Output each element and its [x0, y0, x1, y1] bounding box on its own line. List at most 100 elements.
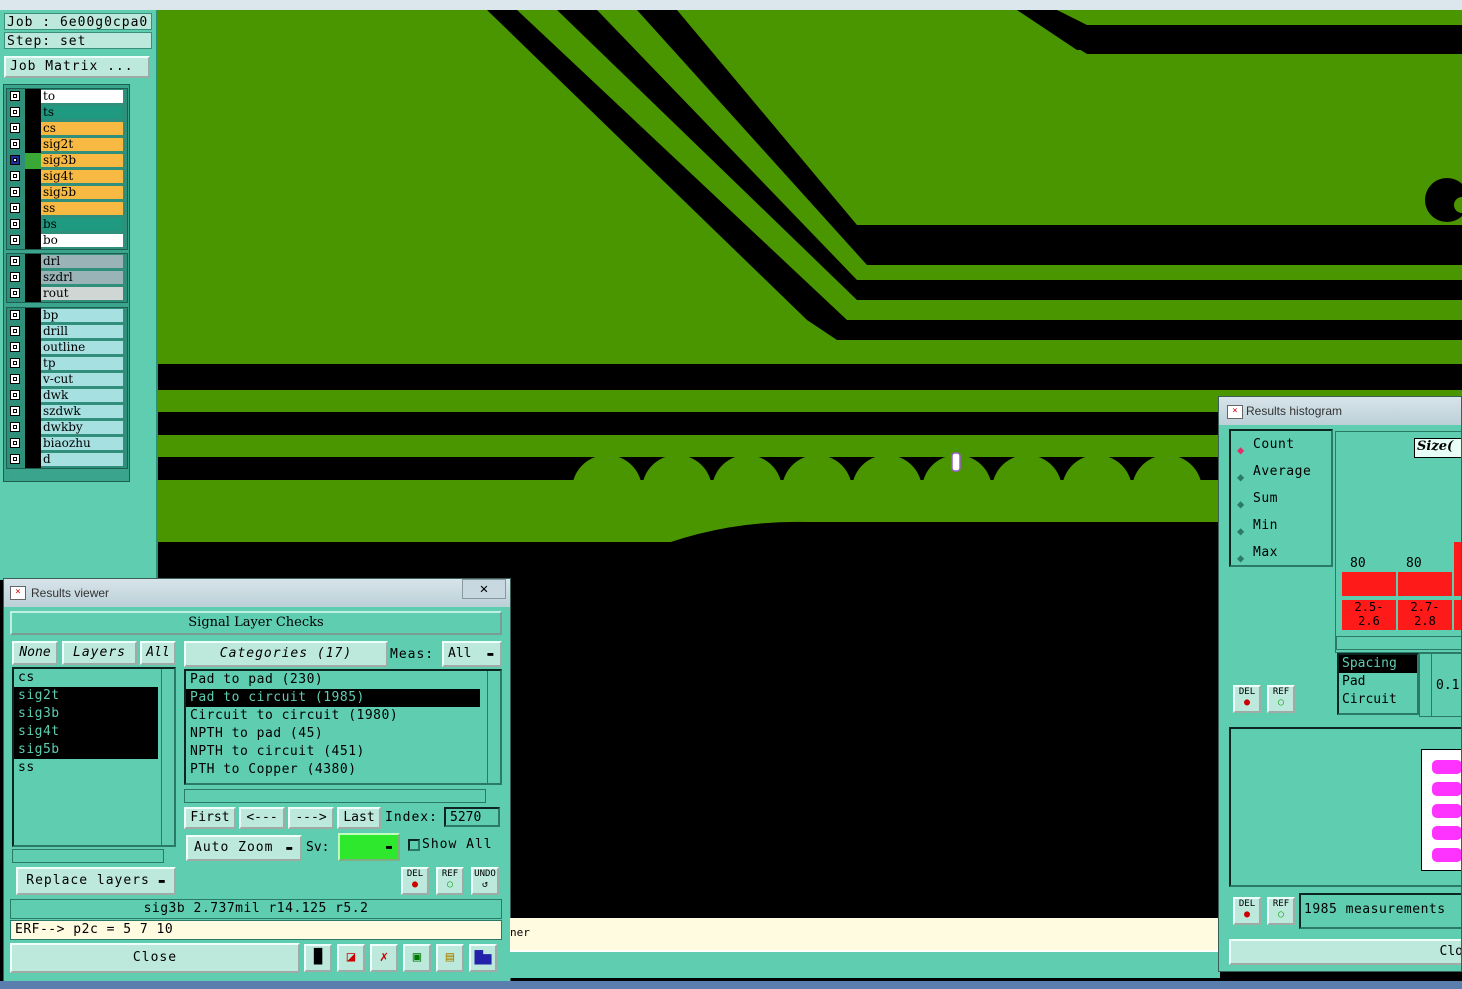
next-button[interactable]: --->: [288, 807, 334, 829]
layer-checkbox[interactable]: [10, 288, 20, 298]
layer-name[interactable]: dwkby: [41, 421, 123, 434]
layer-row-ss[interactable]: ss: [7, 201, 127, 217]
layer-row-ts[interactable]: ts: [7, 105, 127, 121]
layer-name[interactable]: dwk: [41, 389, 123, 402]
reject-icon[interactable]: ✗: [370, 944, 398, 972]
layer-affected-toggle[interactable]: [25, 169, 41, 185]
layer-affected-toggle[interactable]: [25, 121, 41, 137]
layer-checkbox[interactable]: [10, 187, 20, 197]
categories-scrollbar[interactable]: [487, 671, 500, 783]
histogram-category[interactable]: Spacing: [1339, 655, 1417, 673]
layer-affected-toggle[interactable]: [25, 89, 41, 105]
layer-row-sig5b[interactable]: sig5b: [7, 185, 127, 201]
sv-color-dropdown[interactable]: ▬: [338, 833, 400, 861]
layer-name[interactable]: drl: [41, 255, 123, 268]
layer-row-biaozhu[interactable]: biaozhu: [7, 436, 127, 452]
histogram-bar[interactable]: [1454, 542, 1461, 596]
layer-row-v-cut[interactable]: v-cut: [7, 372, 127, 388]
layer-row-dwk[interactable]: dwk: [7, 388, 127, 404]
layer-checkbox[interactable]: [10, 171, 20, 181]
layer-checkbox[interactable]: [10, 91, 20, 101]
layer-list-item[interactable]: cs: [14, 669, 158, 687]
undo-icon[interactable]: UNDO ↺: [471, 867, 499, 895]
histogram-option[interactable]: ◆ Sum: [1231, 485, 1331, 512]
layer-row-cs[interactable]: cs: [7, 121, 127, 137]
layer-name[interactable]: rout: [41, 287, 123, 300]
layer-checkbox[interactable]: [10, 139, 20, 149]
layer-list-item[interactable]: sig5b: [14, 741, 158, 759]
layer-affected-toggle[interactable]: [25, 388, 41, 404]
layer-list-item[interactable]: sig2t: [14, 687, 158, 705]
export-icon[interactable]: ◪: [337, 944, 365, 972]
delete-icon[interactable]: DEL ●: [401, 867, 429, 895]
all-button[interactable]: All: [140, 641, 176, 665]
layer-checkbox[interactable]: [10, 422, 20, 432]
layer-affected-toggle[interactable]: [25, 286, 41, 302]
layer-name[interactable]: drill: [41, 325, 123, 338]
layer-row-bp[interactable]: bp: [7, 308, 127, 324]
layer-name[interactable]: cs: [41, 122, 123, 135]
layer-row-drill[interactable]: drill: [7, 324, 127, 340]
prev-button[interactable]: <---: [239, 807, 285, 829]
layer-affected-toggle[interactable]: [25, 372, 41, 388]
layer-checkbox[interactable]: [10, 342, 20, 352]
layer-name[interactable]: v-cut: [41, 373, 123, 386]
delete-icon[interactable]: DEL ●: [1233, 897, 1261, 925]
layer-name[interactable]: to: [41, 90, 123, 103]
histogram-bar[interactable]: [1342, 572, 1396, 596]
layer-list-item[interactable]: sig4t: [14, 723, 158, 741]
category-list-item[interactable]: Pad to pad (230): [186, 671, 480, 689]
replace-layers-dropdown[interactable]: Replace layers ▬: [16, 867, 176, 895]
auto-zoom-dropdown[interactable]: Auto Zoom ▬: [186, 835, 302, 861]
histogram-option[interactable]: ◆ Count: [1231, 431, 1331, 458]
layer-affected-toggle[interactable]: [25, 137, 41, 153]
layer-row-szdwk[interactable]: szdwk: [7, 404, 127, 420]
refresh-icon[interactable]: REF ○: [1267, 685, 1295, 713]
layer-name[interactable]: bp: [41, 309, 123, 322]
layer-name[interactable]: biaozhu: [41, 437, 123, 450]
radio-icon[interactable]: ◆: [1237, 545, 1245, 572]
layer-affected-toggle[interactable]: [25, 436, 41, 452]
layer-row-d[interactable]: d: [7, 452, 127, 468]
layer-checkbox[interactable]: [10, 107, 20, 117]
histogram-hscrollbar[interactable]: [1336, 636, 1461, 650]
histogram-option[interactable]: ◆ Average: [1231, 458, 1331, 485]
layer-row-to[interactable]: to: [7, 89, 127, 105]
step-icon[interactable]: ▣: [403, 944, 431, 972]
refresh-icon[interactable]: REF ○: [436, 867, 464, 895]
first-button[interactable]: First: [184, 807, 236, 829]
layer-name[interactable]: szdrl: [41, 271, 123, 284]
layers-scrollbar[interactable]: [161, 669, 174, 845]
categories-hscrollbar[interactable]: [184, 789, 486, 803]
layer-affected-toggle[interactable]: [25, 356, 41, 372]
layer-affected-toggle[interactable]: [25, 254, 41, 270]
meas-dropdown[interactable]: All ▬: [442, 641, 502, 667]
category-list-item[interactable]: NPTH to circuit (451): [186, 743, 480, 761]
layer-row-dwkby[interactable]: dwkby: [7, 420, 127, 436]
layer-row-bs[interactable]: bs: [7, 217, 127, 233]
histogram-icon[interactable]: ▇▅: [469, 944, 497, 972]
layer-affected-toggle[interactable]: [25, 340, 41, 356]
layer-checkbox[interactable]: [10, 390, 20, 400]
layer-name[interactable]: sig5b: [41, 186, 123, 199]
layer-row-sig3b[interactable]: sig3b: [7, 153, 127, 169]
layer-checkbox[interactable]: [10, 256, 20, 266]
layer-checkbox[interactable]: [10, 358, 20, 368]
layer-affected-toggle[interactable]: [25, 201, 41, 217]
layer-name[interactable]: tp: [41, 357, 123, 370]
none-button[interactable]: None: [12, 641, 58, 665]
categories-header[interactable]: Categories (17): [184, 641, 388, 667]
close-icon[interactable]: ✕: [462, 579, 506, 599]
layer-name[interactable]: ts: [41, 106, 123, 119]
layer-list-item[interactable]: sig3b: [14, 705, 158, 723]
layer-affected-toggle[interactable]: [25, 452, 41, 468]
layer-checkbox[interactable]: [10, 235, 20, 245]
layer-affected-toggle[interactable]: [25, 105, 41, 121]
close-button[interactable]: Close: [10, 943, 300, 973]
chart-icon[interactable]: ▐▌: [304, 944, 332, 972]
layer-name[interactable]: d: [41, 453, 123, 466]
layer-list-item[interactable]: ss: [14, 759, 158, 777]
layer-name[interactable]: sig3b: [41, 154, 123, 167]
histogram-category[interactable]: Pad: [1339, 673, 1417, 691]
layer-affected-toggle[interactable]: [25, 270, 41, 286]
